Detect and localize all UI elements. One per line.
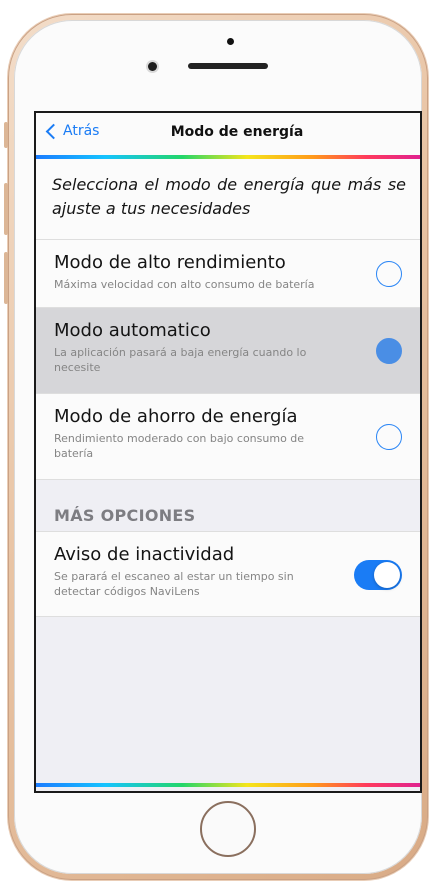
rainbow-divider-bottom bbox=[36, 783, 420, 787]
app-screen: Atrás Modo de energía Selecciona el modo… bbox=[36, 113, 420, 791]
front-camera bbox=[148, 62, 157, 71]
intro-text: Selecciona el modo de energía que más se… bbox=[36, 159, 420, 239]
mode-title: Modo de ahorro de energía bbox=[54, 406, 298, 427]
mode-subtitle: Rendimiento moderado con bajo consumo de… bbox=[54, 432, 305, 460]
volume-down-button bbox=[4, 252, 8, 304]
mode-title: Modo de alto rendimiento bbox=[54, 252, 286, 273]
proximity-sensor bbox=[227, 38, 234, 45]
page-title: Modo de energía bbox=[170, 124, 304, 140]
volume-up-button bbox=[4, 183, 8, 235]
radio-selected[interactable] bbox=[376, 338, 402, 364]
mode-power-saving[interactable]: Modo de ahorro de energía Rendimiento mo… bbox=[36, 393, 420, 479]
inactivity-toggle[interactable] bbox=[354, 560, 402, 590]
radio-unselected[interactable] bbox=[376, 261, 402, 287]
mode-title: Modo automatico bbox=[54, 320, 211, 341]
home-button[interactable] bbox=[200, 801, 256, 857]
section-header-more-options: MÁS OPCIONES bbox=[54, 506, 196, 525]
setting-subtitle: Se parará el escaneo al estar un tiempo … bbox=[54, 570, 294, 598]
mode-subtitle: La aplicación pasará a baja energía cuan… bbox=[54, 346, 307, 374]
navigation-bar: Atrás Modo de energía bbox=[36, 113, 420, 155]
mode-automatic[interactable]: Modo automatico La aplicación pasará a b… bbox=[36, 307, 420, 393]
toggle-knob bbox=[374, 562, 400, 588]
inactivity-warning-row: Aviso de inactividad Se parará el escane… bbox=[36, 531, 420, 617]
mode-subtitle: Máxima velocidad con alto consumo de bat… bbox=[54, 278, 315, 291]
mute-switch bbox=[4, 122, 8, 148]
earpiece-speaker bbox=[188, 63, 268, 69]
mode-high-performance[interactable]: Modo de alto rendimiento Máxima velocida… bbox=[36, 239, 420, 307]
radio-unselected[interactable] bbox=[376, 424, 402, 450]
